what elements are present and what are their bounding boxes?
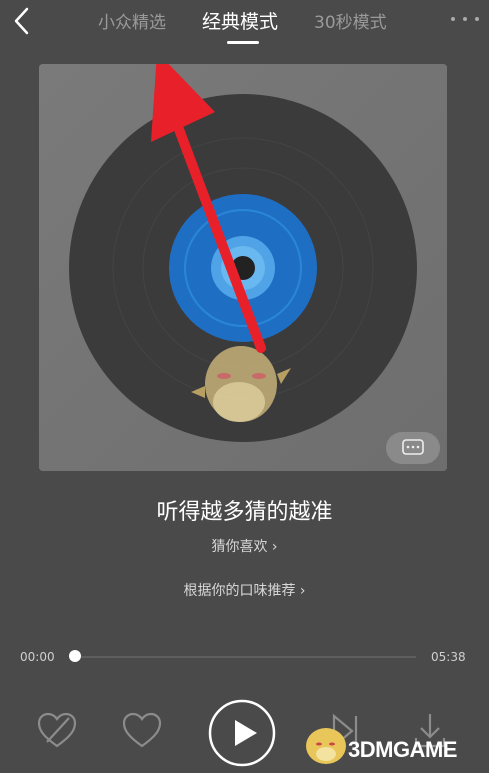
progress-bar[interactable] [74, 656, 416, 658]
more-dots-icon[interactable] [449, 16, 481, 22]
tab-30s-mode[interactable]: 30秒模式 [314, 8, 387, 33]
like-heart-icon[interactable] [122, 712, 162, 750]
progress-handle[interactable] [69, 650, 81, 662]
current-time: 00:00 [20, 650, 55, 664]
play-button[interactable] [208, 699, 276, 767]
back-icon[interactable] [8, 6, 38, 36]
song-title: 听得越多猜的越准 [156, 500, 333, 525]
play-icon [235, 720, 257, 746]
dislike-heart-icon[interactable] [37, 712, 77, 750]
guess-you-like-link[interactable]: 猜你喜欢 › [0, 536, 489, 556]
watermark-text: 3DMGAME [348, 737, 457, 762]
active-tab-indicator [227, 41, 259, 44]
top-bar: 小众精选 经典模式 30秒模式 [0, 0, 489, 50]
comment-icon [402, 439, 424, 455]
album-art[interactable] [39, 64, 447, 471]
tab-classic-mode[interactable]: 经典模式 [202, 7, 278, 34]
total-time: 05:38 [431, 650, 466, 664]
taste-recommend-link[interactable]: 根据你的口味推荐 › [0, 580, 489, 600]
comment-button[interactable] [386, 432, 440, 464]
tab-niche-picks[interactable]: 小众精选 [98, 8, 166, 33]
